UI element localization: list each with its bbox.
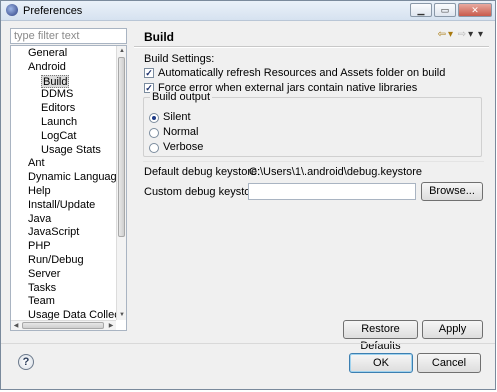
close-button[interactable]: ✕ — [458, 3, 492, 17]
preferences-window: Preferences ▁ ▭ ✕ GeneralAndroidBuildDDM… — [0, 0, 496, 390]
apply-button[interactable]: Apply — [422, 320, 483, 339]
tree-item[interactable]: JavaScript — [28, 226, 79, 239]
scroll-right-arrow-icon[interactable]: ▶ — [106, 321, 116, 330]
tree-item[interactable]: Dynamic Languages — [28, 171, 126, 184]
title-bar[interactable]: Preferences ▁ ▭ ✕ — [1, 1, 495, 21]
build-output-title: Build output — [150, 91, 213, 103]
tree-item[interactable]: Ant — [28, 157, 45, 170]
eclipse-app-icon — [6, 4, 18, 16]
tree-item[interactable]: PHP — [28, 240, 51, 253]
tree-item[interactable]: Server — [28, 268, 60, 281]
build-output-group: Build output Silent Normal Verbose — [143, 91, 482, 157]
preference-tree: General Android Build DDMS Editors Launch LogC… — [10, 45, 127, 331]
hscroll-thumb[interactable] — [22, 322, 104, 329]
forward-arrow-icon[interactable]: ⇨ — [458, 29, 466, 40]
verbose-radio[interactable] — [149, 143, 159, 153]
scroll-up-arrow-icon[interactable]: ▲ — [117, 46, 126, 56]
scroll-thumb[interactable] — [118, 57, 125, 237]
silent-label[interactable]: Silent — [163, 111, 191, 123]
tree-item[interactable]: Java — [28, 213, 51, 226]
tree-item[interactable]: Help — [28, 185, 51, 198]
tree-item[interactable]: Build — [41, 74, 70, 88]
tree-item[interactable]: Editors — [41, 102, 75, 115]
normal-radio[interactable] — [149, 128, 159, 138]
tree-item[interactable]: Install/Update — [28, 199, 95, 212]
tree-item[interactable]: Tasks — [28, 282, 56, 295]
default-keystore-value: C:\Users\1\.android\debug.keystore — [249, 166, 423, 178]
maximize-button[interactable]: ▭ — [434, 3, 456, 17]
back-menu-chevron-icon[interactable]: ▾ — [448, 29, 453, 40]
footer-separator — [1, 343, 495, 344]
auto-refresh-checkbox[interactable]: ✓ — [144, 68, 154, 78]
help-icon[interactable]: ? — [18, 354, 34, 370]
page-navigation: ⇦ ▾ ⇨ ▾ ▾ — [436, 29, 483, 40]
tree-horizontal-scrollbar[interactable]: ◀ ▶ — [11, 320, 116, 330]
scroll-down-arrow-icon[interactable]: ▼ — [117, 310, 126, 320]
tree-item[interactable]: DDMS — [41, 88, 73, 101]
preference-page: Build ⇦ ▾ ⇨ ▾ ▾ Build Settings: ✓ Automati… — [134, 27, 489, 352]
tree-item[interactable]: LogCat — [41, 130, 76, 143]
tree-item[interactable]: Usage Stats — [41, 144, 101, 157]
custom-keystore-label: Custom debug keystore: — [144, 186, 264, 198]
verbose-label[interactable]: Verbose — [163, 141, 203, 153]
header-separator — [134, 46, 489, 48]
window-title: Preferences — [23, 5, 83, 17]
restore-defaults-button[interactable]: Restore Defaults — [343, 320, 418, 352]
ok-button[interactable]: OK — [349, 353, 413, 373]
filter-input[interactable] — [10, 28, 127, 44]
normal-label[interactable]: Normal — [163, 126, 198, 138]
default-keystore-label: Default debug keystore: — [144, 166, 261, 178]
page-title: Build — [144, 30, 174, 44]
keystore-separator — [143, 161, 484, 162]
minimize-button[interactable]: ▁ — [410, 3, 432, 17]
tree-item[interactable]: Android — [28, 61, 66, 74]
silent-radio[interactable] — [149, 113, 159, 123]
tree-item[interactable]: General — [28, 47, 67, 60]
auto-refresh-label[interactable]: Automatically refresh Resources and Asse… — [158, 67, 445, 79]
back-arrow-icon[interactable]: ⇦ — [438, 29, 446, 40]
scroll-left-arrow-icon[interactable]: ◀ — [11, 321, 21, 330]
custom-keystore-input[interactable] — [248, 183, 416, 200]
build-settings-label: Build Settings: — [144, 53, 215, 65]
browse-button[interactable]: Browse... — [421, 182, 483, 201]
cancel-button[interactable]: Cancel — [417, 353, 481, 373]
tree-vertical-scrollbar[interactable]: ▲ ▼ — [116, 46, 126, 320]
tree-item[interactable]: Run/Debug — [28, 254, 84, 267]
tree-item[interactable]: Team — [28, 295, 55, 308]
view-menu-chevron-icon[interactable]: ▾ — [478, 29, 483, 40]
tree-item[interactable]: Launch — [41, 116, 77, 129]
forward-menu-chevron-icon[interactable]: ▾ — [468, 29, 473, 40]
